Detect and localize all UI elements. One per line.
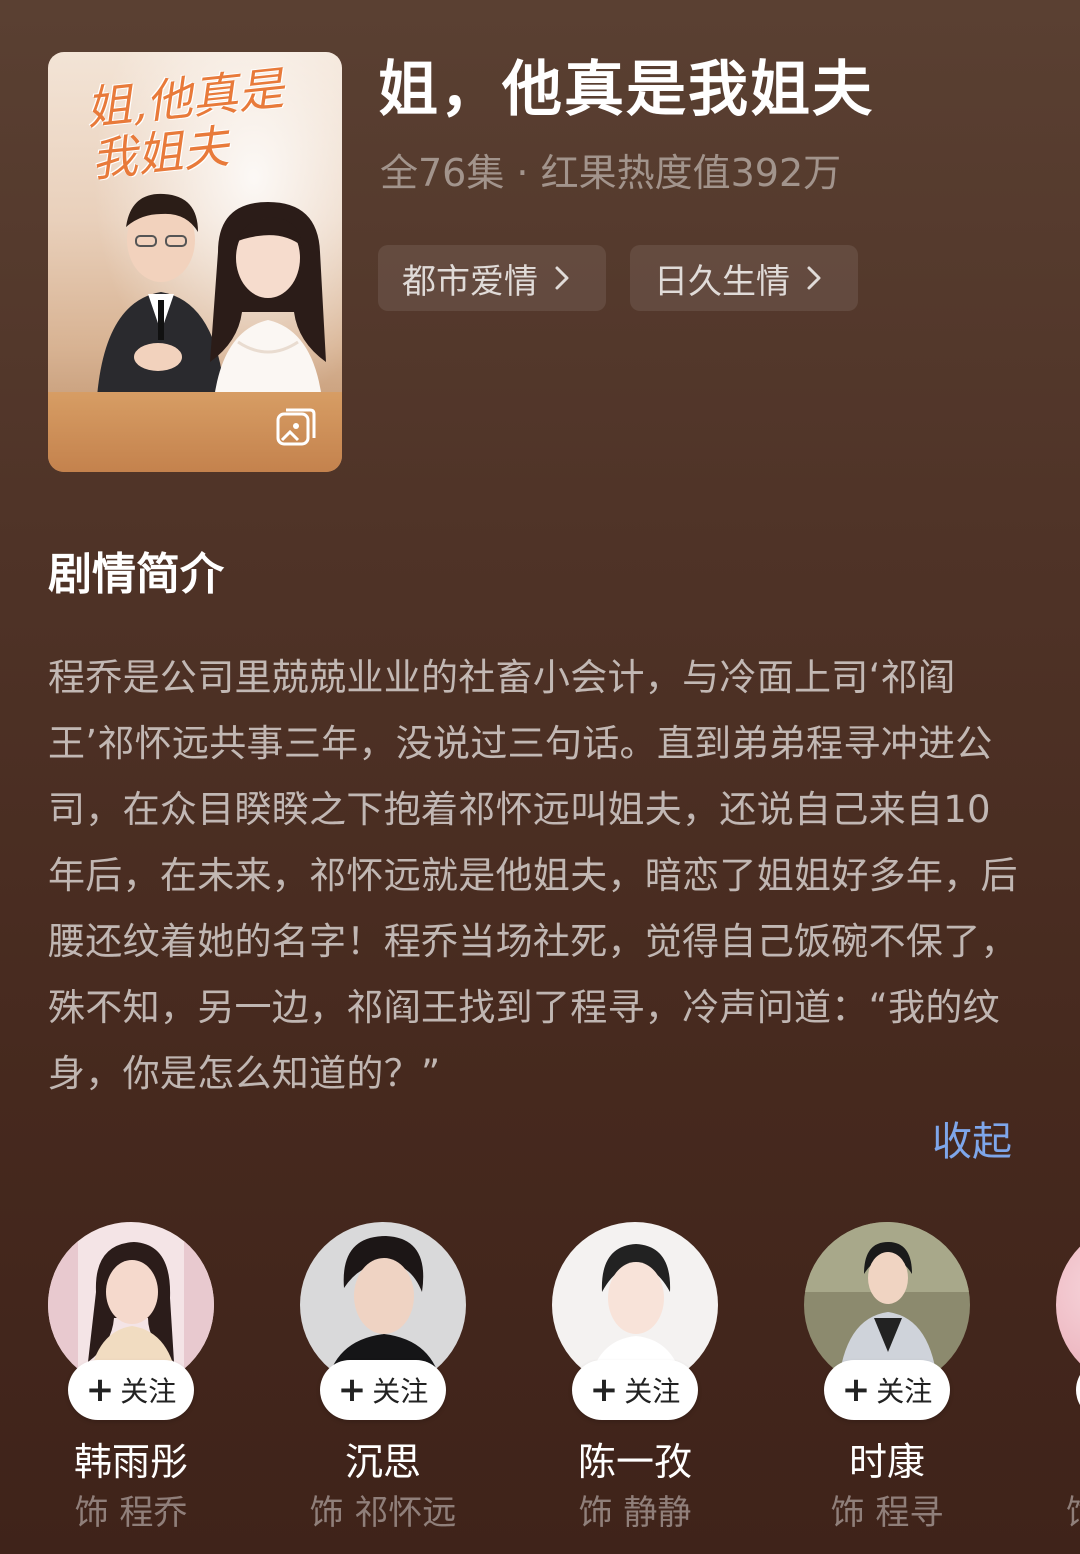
tag-list: 都市爱情 日久生情 [378, 245, 858, 311]
cast-name: 韩雨彤 [73, 1440, 188, 1484]
cast-role: 饰 程寻 [830, 1493, 944, 1533]
cast-role: 饰 静静 [578, 1493, 692, 1533]
plus-icon: + [85, 1370, 115, 1410]
cast-member[interactable]: + 关注 韩雨彤 饰 程乔 [48, 1222, 214, 1554]
chevron-right-icon [555, 266, 569, 290]
drama-title: 姐，他真是我姐夫 [378, 55, 874, 125]
cast-name: 陈一孜 [577, 1440, 692, 1484]
follow-button[interactable]: + 关注 [320, 1360, 446, 1420]
cast-role: 饰 程乔 [74, 1493, 188, 1533]
cast-role: 饰 [1066, 1490, 1080, 1536]
cast-member[interactable]: + 关注 沉思 饰 祁怀远 [300, 1222, 466, 1554]
cast-role: 饰 祁怀远 [309, 1493, 457, 1533]
tag-slow-burn[interactable]: 日久生情 [630, 245, 858, 311]
cast-list: + 关注 韩雨彤 饰 程乔 + 关注 沉思 饰 祁怀远 + 关注 陈一孜 饰 静… [48, 1222, 1080, 1554]
follow-label: 关注 [624, 1375, 681, 1408]
drama-poster[interactable]: 姐,他真是我姐夫 [48, 52, 342, 472]
synopsis-text: 程乔是公司里兢兢业业的社畜小会计，与冷面上司‘祁阎王’祁怀远共事三年，没说过三句… [48, 656, 1018, 1095]
poster-title-art: 姐,他真是我姐夫 [83, 61, 287, 188]
follow-label: 关注 [120, 1375, 177, 1408]
plus-icon: + [841, 1370, 871, 1410]
follow-label: 关注 [876, 1375, 933, 1408]
chevron-right-icon [807, 266, 821, 290]
plus-icon: + [337, 1370, 367, 1410]
cast-member[interactable]: + 关注 陈一孜 饰 静静 [552, 1222, 718, 1554]
plus-icon: + [589, 1370, 619, 1410]
follow-button[interactable]: + 关注 [68, 1360, 194, 1420]
poster-actor-female [210, 202, 326, 422]
cast-member[interactable]: + 关注 时康 饰 程寻 [804, 1222, 970, 1554]
tag-label: 都市爱情 [402, 261, 538, 302]
cast-name: 沉思 [344, 1440, 421, 1484]
follow-button[interactable]: + 关注 [824, 1360, 950, 1420]
tag-urban-romance[interactable]: 都市爱情 [378, 245, 606, 311]
collapse-button[interactable]: 收起 [932, 1112, 1012, 1172]
gallery-icon[interactable] [274, 406, 318, 450]
follow-label: 关注 [372, 1375, 429, 1408]
tag-label: 日久生情 [654, 261, 790, 302]
follow-button[interactable]: + 关注 [572, 1360, 698, 1420]
cast-name: 时康 [848, 1440, 925, 1484]
drama-meta: 全76集 · 红果热度值392万 [380, 151, 842, 195]
synopsis-heading: 剧情简介 [48, 549, 224, 600]
